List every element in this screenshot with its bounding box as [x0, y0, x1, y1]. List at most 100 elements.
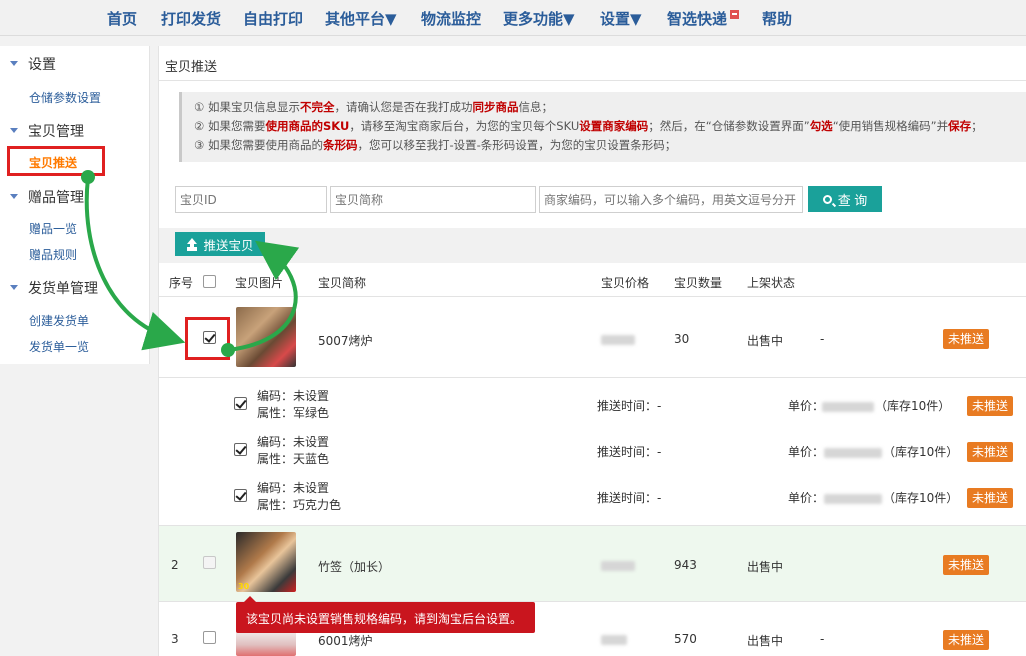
sku-price-redacted — [824, 494, 882, 504]
row-name: 6001烤炉 — [318, 634, 373, 648]
tip-line-2: ② 如果您需要使用商品的SKU，请移至淘宝商家后台，为您的宝贝每个SKU设置商家… — [194, 119, 983, 133]
sku-checkbox[interactable] — [234, 489, 247, 502]
nav-free-print[interactable]: 自由打印 — [243, 8, 303, 29]
row-status: 出售中 — [747, 334, 784, 348]
sidebar-group-invoice[interactable]: 发货单管理 — [10, 278, 98, 298]
highlight-box-checkbox — [185, 317, 230, 360]
sku-push-time: 推送时间：- — [597, 491, 662, 505]
col-price: 宝贝价格 — [601, 276, 650, 290]
sku-push-status-button[interactable]: 未推送 — [967, 488, 1014, 508]
top-nav: 首页 打印发货 自由打印 其他平台▼ 物流监控 更多功能▼ 设置▼ 智选快递 帮… — [0, 0, 1026, 36]
nav-print-ship[interactable]: 打印发货 — [161, 8, 221, 29]
product-image: 30 — [236, 532, 296, 592]
sidebar: 设置 仓储参数设置 宝贝管理 宝贝推送 赠品管理 赠品一览 赠品规则 发货单管理… — [0, 46, 150, 364]
sidebar-item-gift-rules[interactable]: 赠品规则 — [29, 246, 77, 263]
sku-price-label: 单价： — [788, 445, 825, 459]
sku-stock: （库存10件） — [875, 399, 951, 413]
sku-price-redacted — [824, 448, 882, 458]
sku-attr: 属性：军绿色 — [257, 406, 330, 420]
divider — [159, 80, 1026, 81]
sidebar-group-settings[interactable]: 设置 — [10, 54, 56, 74]
sku-code: 编码：未设置 — [257, 481, 330, 495]
row-name: 竹签（加长） — [318, 560, 391, 574]
sku-stock: （库存10件） — [883, 445, 959, 459]
col-name: 宝贝简称 — [318, 276, 367, 290]
search-icon — [822, 194, 832, 204]
thumb-caption: 30 — [238, 582, 250, 591]
price-redacted — [601, 335, 635, 345]
col-image: 宝贝图片 — [235, 276, 284, 290]
upload-icon — [186, 238, 198, 250]
hot-badge-icon — [730, 10, 740, 19]
row-checkbox[interactable] — [203, 556, 216, 569]
sidebar-item-gift-list[interactable]: 赠品一览 — [29, 220, 77, 237]
nav-settings[interactable]: 设置▼ — [600, 8, 642, 29]
tip-line-3: ③ 如果您需要使用商品的条形码，您可以移至我打-设置-条形码设置，为您的宝贝设置… — [194, 138, 677, 152]
push-goods-button[interactable]: 推送宝贝 — [175, 232, 265, 256]
select-all-checkbox[interactable] — [203, 275, 216, 288]
row-checkbox[interactable] — [203, 631, 216, 644]
nav-home[interactable]: 首页 — [107, 8, 137, 29]
caret-down-icon — [10, 127, 18, 133]
sku-push-time: 推送时间：- — [597, 399, 662, 413]
row-qty: 30 — [674, 332, 690, 346]
row-index: 3 — [171, 632, 179, 646]
sku-list: 编码：未设置 属性：军绿色 推送时间：- 单价： （库存10件） 未推送 编码：… — [159, 378, 1026, 526]
highlight-box-sidebar — [7, 146, 105, 176]
row-qty: 570 — [674, 632, 697, 646]
push-status-button[interactable]: 未推送 — [943, 555, 990, 575]
sku-checkbox[interactable] — [234, 443, 247, 456]
sku-checkbox[interactable] — [234, 397, 247, 410]
sku-price-label: 单价： — [788, 399, 825, 413]
nav-more-features[interactable]: 更多功能▼ — [503, 8, 575, 29]
push-status-button[interactable]: 未推送 — [943, 630, 990, 650]
col-qty: 宝贝数量 — [674, 276, 723, 290]
table-row: 2 30 竹签（加长） 943 出售中 未推送 — [159, 526, 1026, 602]
row-extra: - — [820, 632, 825, 646]
push-status-button[interactable]: 未推送 — [943, 329, 990, 349]
price-redacted — [601, 635, 627, 645]
row-status: 出售中 — [747, 560, 784, 574]
row-index: 2 — [171, 558, 179, 572]
row-index: 1 — [171, 332, 179, 346]
caret-down-icon — [10, 60, 18, 66]
page-title: 宝贝推送 — [165, 60, 218, 75]
toolbar: 推送宝贝 — [159, 228, 1026, 263]
sidebar-item-invoice-list[interactable]: 发货单一览 — [29, 338, 89, 355]
table-header: 序号 宝贝图片 宝贝简称 宝贝价格 宝贝数量 上架状态 — [159, 263, 1026, 297]
nav-smart-express[interactable]: 智选快递 — [667, 8, 740, 29]
table-row: 1 5007烤炉 30 出售中 - 未推送 — [159, 297, 1026, 378]
sidebar-item-create-invoice[interactable]: 创建发货单 — [29, 312, 89, 329]
sku-code: 编码：未设置 — [257, 435, 330, 449]
sidebar-group-goods[interactable]: 宝贝管理 — [10, 121, 84, 141]
row-extra: - — [820, 332, 825, 346]
search-button[interactable]: 查 询 — [808, 186, 882, 212]
sku-attr: 属性：天蓝色 — [257, 452, 330, 466]
row-qty: 943 — [674, 558, 697, 572]
error-tooltip: 该宝贝尚未设置销售规格编码，请到淘宝后台设置。 — [236, 596, 535, 633]
goods-name-input[interactable] — [330, 186, 536, 213]
row-status: 出售中 — [747, 634, 784, 648]
sku-stock: （库存10件） — [883, 491, 959, 505]
sidebar-group-gift[interactable]: 赠品管理 — [10, 187, 84, 207]
product-image — [236, 307, 296, 367]
nav-smart-express-label: 智选快递 — [667, 10, 728, 28]
sidebar-item-storage-settings[interactable]: 仓储参数设置 — [29, 89, 101, 106]
caret-down-icon — [10, 284, 18, 290]
nav-logistics[interactable]: 物流监控 — [421, 8, 481, 29]
caret-down-icon — [10, 193, 18, 199]
row-name: 5007烤炉 — [318, 334, 373, 348]
main-panel: 宝贝推送 ① 如果宝贝信息显示不完全，请确认您是否在我打成功同步商品信息； ② … — [158, 46, 1026, 656]
merchant-code-input[interactable] — [539, 186, 803, 213]
nav-other-platforms[interactable]: 其他平台▼ — [325, 8, 397, 29]
col-index: 序号 — [169, 276, 194, 290]
goods-id-input[interactable] — [175, 186, 327, 213]
nav-help[interactable]: 帮助 — [762, 8, 792, 29]
col-status: 上架状态 — [747, 276, 796, 290]
sku-attr: 属性：巧克力色 — [257, 498, 342, 512]
sku-push-status-button[interactable]: 未推送 — [967, 442, 1014, 462]
sku-price-label: 单价： — [788, 491, 825, 505]
sku-price-redacted — [822, 402, 874, 412]
sku-push-time: 推送时间：- — [597, 445, 662, 459]
sku-push-status-button[interactable]: 未推送 — [967, 396, 1014, 416]
